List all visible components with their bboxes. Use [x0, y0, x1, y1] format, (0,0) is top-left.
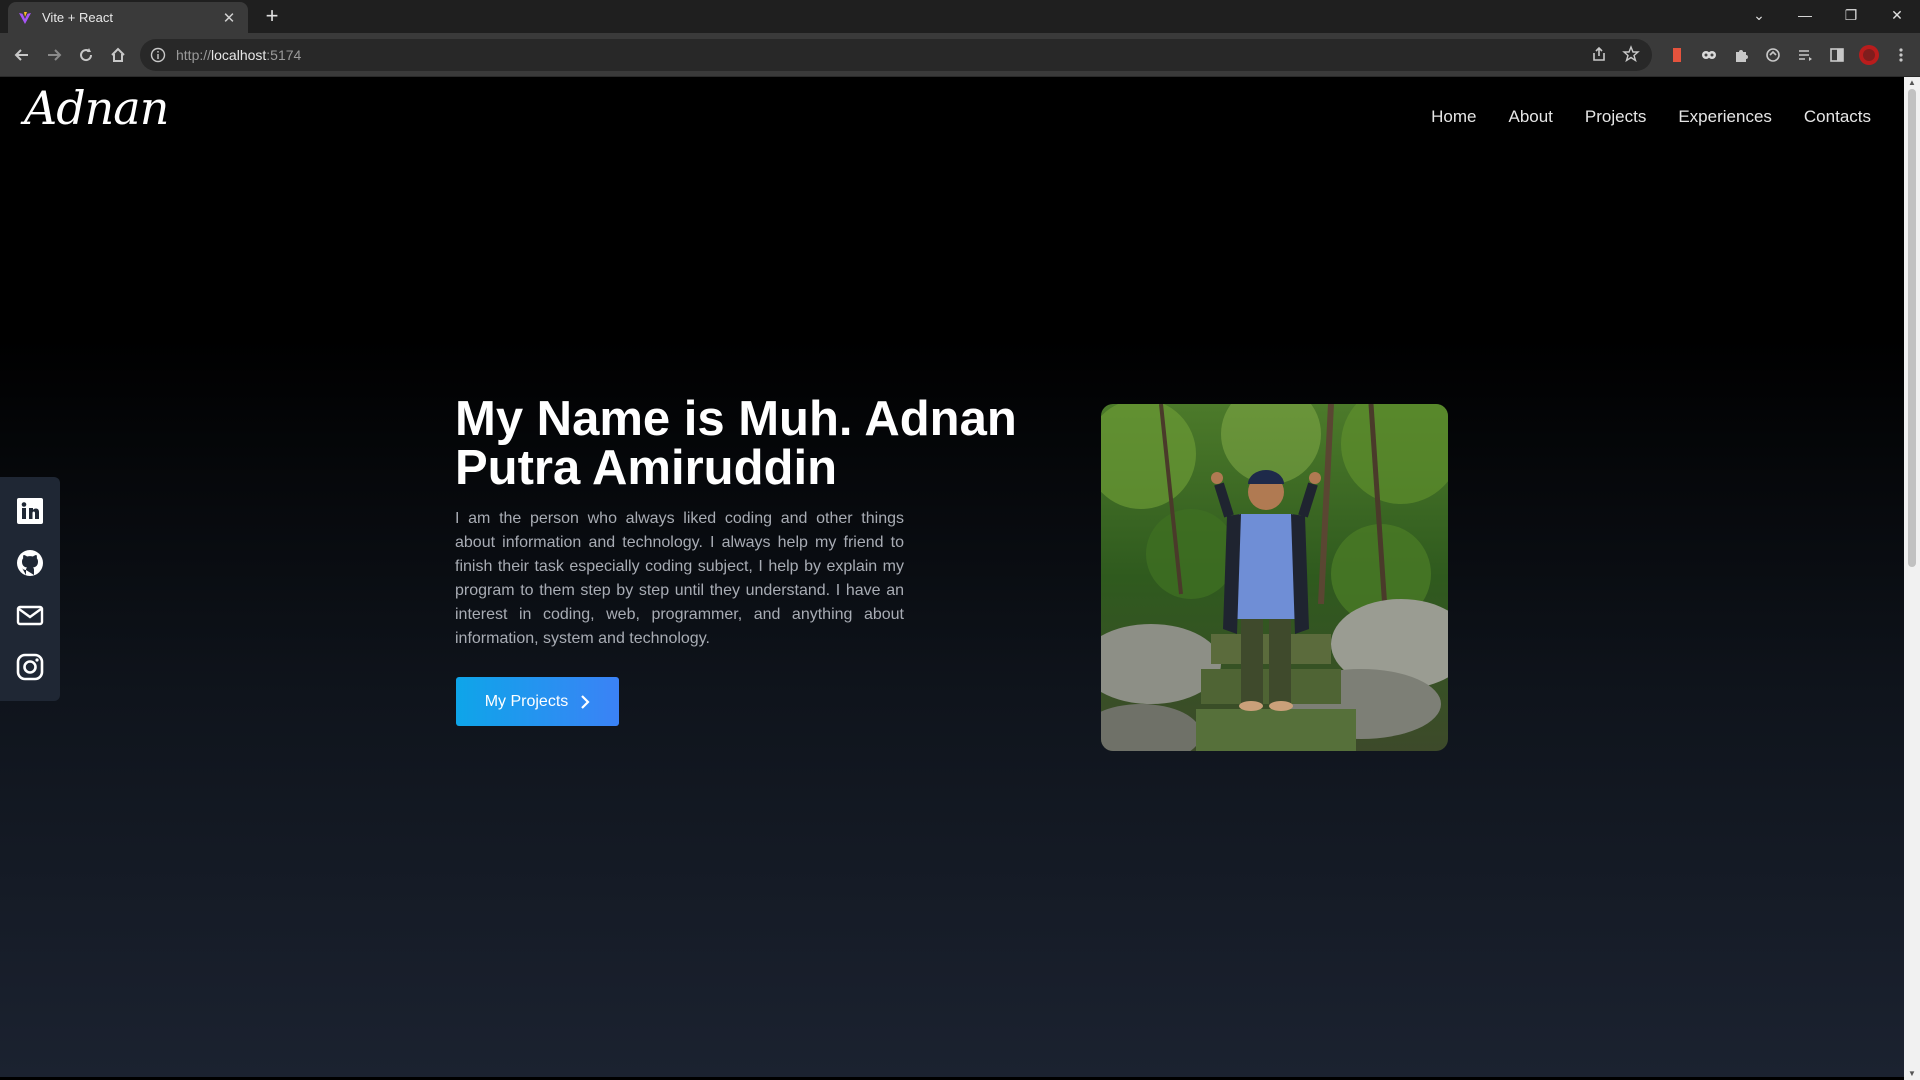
chevron-right-icon — [581, 694, 590, 709]
new-tab-icon[interactable]: + — [260, 5, 284, 29]
extension-bookmark-icon[interactable] — [1665, 43, 1689, 67]
bookmark-star-icon[interactable] — [1622, 45, 1640, 63]
social-links-bar — [0, 477, 60, 701]
forward-icon[interactable] — [42, 43, 66, 67]
back-icon[interactable] — [10, 43, 34, 67]
browser-menu-icon[interactable] — [1889, 43, 1913, 67]
url-port: :5174 — [266, 47, 302, 63]
hero-description: I am the person who always liked coding … — [455, 510, 904, 647]
browser-toolbar: http://localhost:5174 — [0, 33, 1920, 77]
url-host: localhost — [211, 47, 267, 63]
my-projects-button-label: My Projects — [484, 692, 569, 710]
nav-about[interactable]: About — [1508, 107, 1552, 127]
main-navigation: Home About Projects Experiences Contacts — [1431, 107, 1871, 127]
tab-search-icon[interactable]: ⌄ — [1736, 0, 1782, 30]
github-icon[interactable] — [14, 547, 46, 579]
scroll-down-icon[interactable]: ▼ — [1908, 1070, 1916, 1078]
nav-projects[interactable]: Projects — [1585, 107, 1646, 127]
extensions-puzzle-icon[interactable] — [1729, 43, 1753, 67]
address-bar[interactable]: http://localhost:5174 — [140, 39, 1652, 71]
hero-title: My Name is Muh. Adnan Putra Amiruddin — [455, 392, 1017, 495]
page-viewport: Adnan Home About Projects Experiences Co… — [0, 77, 1904, 1077]
nav-contacts[interactable]: Contacts — [1804, 107, 1871, 127]
window-controls: ⌄ — ❐ ✕ — [1736, 0, 1920, 30]
scroll-up-icon[interactable]: ▲ — [1908, 79, 1916, 87]
page-scrollbar[interactable]: ▲ ▼ — [1904, 77, 1920, 1080]
browser-tab[interactable]: Vite + React ✕ — [8, 2, 248, 33]
vite-favicon-icon — [19, 11, 31, 24]
scrollbar-thumb[interactable] — [1908, 89, 1916, 567]
tab-close-icon[interactable]: ✕ — [220, 9, 238, 27]
mail-icon[interactable] — [14, 599, 46, 631]
nav-experiences[interactable]: Experiences — [1678, 107, 1772, 127]
side-panel-icon[interactable] — [1825, 43, 1849, 67]
site-info-icon[interactable] — [150, 47, 166, 63]
linkedin-icon[interactable] — [14, 495, 46, 527]
restore-icon[interactable]: ❐ — [1828, 0, 1874, 30]
home-icon[interactable] — [106, 43, 130, 67]
share-icon[interactable] — [1590, 45, 1608, 63]
omnibox-actions — [1590, 45, 1640, 63]
extensions-area — [1665, 43, 1913, 67]
tab-title: Vite + React — [42, 10, 113, 25]
my-projects-button[interactable]: My Projects — [456, 677, 619, 726]
profile-avatar-icon[interactable] — [1857, 43, 1881, 67]
nav-home[interactable]: Home — [1431, 107, 1476, 127]
extension-sync-icon[interactable] — [1761, 43, 1785, 67]
site-logo[interactable]: Adnan — [24, 81, 169, 135]
reload-icon[interactable] — [74, 43, 98, 67]
url-protocol: http:// — [176, 47, 212, 63]
close-window-icon[interactable]: ✕ — [1874, 0, 1920, 30]
profile-photo — [1101, 404, 1448, 751]
minimize-icon[interactable]: — — [1782, 0, 1828, 30]
extension-owl-icon[interactable] — [1697, 43, 1721, 67]
browser-tab-strip: Vite + React ✕ + ⌄ — ❐ ✕ — [0, 0, 1920, 33]
instagram-icon[interactable] — [14, 651, 46, 683]
reading-list-icon[interactable] — [1793, 43, 1817, 67]
